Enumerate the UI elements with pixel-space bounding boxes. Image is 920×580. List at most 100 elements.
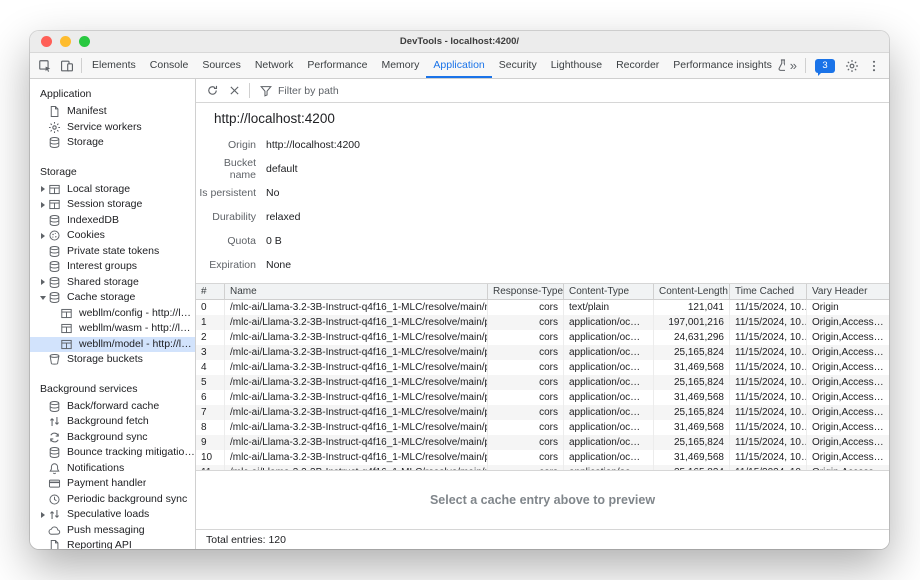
tab-memory[interactable]: Memory xyxy=(374,53,426,78)
expand-arrow-icon[interactable] xyxy=(37,279,48,285)
sidebar-item-reporting-api[interactable]: Reporting API xyxy=(30,538,195,549)
window-titlebar: DevTools - localhost:4200/ xyxy=(30,31,889,53)
metadata-value: http://localhost:4200 xyxy=(266,139,360,151)
table-row[interactable]: 5 /mlc-ai/Llama-3.2-3B-Instruct-q4f16_1-… xyxy=(196,375,889,390)
tab-network[interactable]: Network xyxy=(248,53,301,78)
tab-recorder[interactable]: Recorder xyxy=(609,53,666,78)
inspect-element-button[interactable] xyxy=(34,55,56,77)
sidebar-item-background-sync[interactable]: Background sync xyxy=(30,430,195,446)
sidebar-item-speculative-loads[interactable]: Speculative loads xyxy=(30,507,195,523)
sidebar-item-webllm-config[interactable]: webllm/config - http://loc… xyxy=(30,306,195,322)
settings-button[interactable] xyxy=(841,55,863,77)
item-label: Local storage xyxy=(67,182,130,198)
column-header-content-length[interactable]: Content-Length xyxy=(654,284,730,299)
sidebar-item-webllm-model[interactable]: webllm/model - http://loc… xyxy=(30,337,195,353)
tab-performance-insights[interactable]: Performance insights xyxy=(666,53,784,78)
table-row[interactable]: 10 /mlc-ai/Llama-3.2-3B-Instruct-q4f16_1… xyxy=(196,450,889,465)
table-row[interactable]: 2 /mlc-ai/Llama-3.2-3B-Instruct-q4f16_1-… xyxy=(196,330,889,345)
column-header-time-cached[interactable]: Time Cached xyxy=(730,284,807,299)
sidebar-item-shared-storage[interactable]: Shared storage xyxy=(30,275,195,291)
cell-name: /mlc-ai/Llama-3.2-3B-Instruct-q4f16_1-ML… xyxy=(225,375,488,390)
item-label: webllm/wasm - http://loca… xyxy=(79,321,195,337)
sidebar-item-storage[interactable]: Storage xyxy=(30,135,195,151)
sidebar-item-session-storage[interactable]: Session storage xyxy=(30,197,195,213)
sidebar-item-indexeddb[interactable]: IndexedDB xyxy=(30,213,195,229)
sidebar-item-cache-storage[interactable]: Cache storage xyxy=(30,290,195,306)
section-background-services[interactable]: Background services xyxy=(30,376,195,399)
storage-icon xyxy=(48,136,62,149)
cell-number: 7 xyxy=(196,405,225,420)
fetch-arrows-icon xyxy=(48,415,62,428)
messages-badge[interactable]: 3 xyxy=(815,59,835,73)
item-label: Cookies xyxy=(67,228,105,244)
cell-name: /mlc-ai/Llama-3.2-3B-Instruct-q4f16_1-ML… xyxy=(225,330,488,345)
table-row[interactable]: 3 /mlc-ai/Llama-3.2-3B-Instruct-q4f16_1-… xyxy=(196,345,889,360)
cell-vary-header: Origin,Access… xyxy=(807,345,889,360)
table-row[interactable]: 6 /mlc-ai/Llama-3.2-3B-Instruct-q4f16_1-… xyxy=(196,390,889,405)
cell-content-type: application/oc… xyxy=(564,405,654,420)
menu-button[interactable] xyxy=(863,55,885,77)
column-header-number[interactable]: # xyxy=(196,284,225,299)
table-icon xyxy=(60,338,74,351)
column-header-name[interactable]: Name xyxy=(225,284,488,299)
tab-label: Performance insights xyxy=(673,59,772,71)
table-row[interactable]: 7 /mlc-ai/Llama-3.2-3B-Instruct-q4f16_1-… xyxy=(196,405,889,420)
tab-console[interactable]: Console xyxy=(143,53,196,78)
column-header-content-type[interactable]: Content-Type xyxy=(564,284,654,299)
column-header-response-type[interactable]: Response-Type xyxy=(488,284,564,299)
cell-time-cached: 11/15/2024, 10… xyxy=(730,420,807,435)
sidebar-item-back-forward-cache[interactable]: Back/forward cache xyxy=(30,399,195,415)
sidebar-item-background-fetch[interactable]: Background fetch xyxy=(30,414,195,430)
metadata-label: Quota xyxy=(196,235,256,247)
sidebar-item-manifest[interactable]: Manifest xyxy=(30,104,195,120)
inspect-cursor-icon xyxy=(38,59,52,73)
expand-arrow-icon[interactable] xyxy=(37,512,48,518)
sidebar-item-webllm-wasm[interactable]: webllm/wasm - http://loca… xyxy=(30,321,195,337)
clock-icon xyxy=(48,493,62,506)
sidebar-item-periodic-background-sync[interactable]: Periodic background sync xyxy=(30,492,195,508)
delete-selected-button[interactable] xyxy=(224,80,245,101)
filter-by-path-input[interactable] xyxy=(278,85,883,97)
table-row[interactable]: 0 /mlc-ai/Llama-3.2-3B-Instruct-q4f16_1-… xyxy=(196,300,889,315)
refresh-button[interactable] xyxy=(202,80,223,101)
tab-application[interactable]: Application xyxy=(426,53,491,78)
tab-security[interactable]: Security xyxy=(492,53,544,78)
tab-performance[interactable]: Performance xyxy=(300,53,374,78)
metadata-label: Origin xyxy=(196,139,256,151)
cell-content-length: 31,469,568 xyxy=(654,420,730,435)
sidebar-item-private-state-tokens[interactable]: Private state tokens xyxy=(30,244,195,260)
expand-arrow-icon[interactable] xyxy=(37,202,48,208)
sidebar-item-notifications[interactable]: Notifications xyxy=(30,461,195,477)
table-row[interactable]: 8 /mlc-ai/Llama-3.2-3B-Instruct-q4f16_1-… xyxy=(196,420,889,435)
more-tabs-button[interactable]: » xyxy=(785,58,802,73)
expand-arrow-icon[interactable] xyxy=(37,233,48,239)
sidebar-item-bounce-tracking-mitigations[interactable]: Bounce tracking mitigations xyxy=(30,445,195,461)
cell-name: /mlc-ai/Llama-3.2-3B-Instruct-q4f16_1-ML… xyxy=(225,450,488,465)
sidebar-item-local-storage[interactable]: Local storage xyxy=(30,182,195,198)
cell-number: 5 xyxy=(196,375,225,390)
item-label: Payment handler xyxy=(67,476,146,492)
sidebar-item-push-messaging[interactable]: Push messaging xyxy=(30,523,195,539)
device-toolbar-button[interactable] xyxy=(56,55,78,77)
sidebar-item-interest-groups[interactable]: Interest groups xyxy=(30,259,195,275)
section-storage[interactable]: Storage xyxy=(30,159,195,182)
table-row[interactable]: 9 /mlc-ai/Llama-3.2-3B-Instruct-q4f16_1-… xyxy=(196,435,889,450)
table-row[interactable]: 1 /mlc-ai/Llama-3.2-3B-Instruct-q4f16_1-… xyxy=(196,315,889,330)
section-application[interactable]: Application xyxy=(30,81,195,104)
cell-response-type: cors xyxy=(488,315,564,330)
expand-arrow-icon[interactable] xyxy=(37,186,48,192)
sidebar-item-service-workers[interactable]: Service workers xyxy=(30,120,195,136)
sidebar-item-cookies[interactable]: Cookies xyxy=(30,228,195,244)
item-label: Notifications xyxy=(67,461,124,477)
table-header-row: # Name Response-Type Content-Type Conten… xyxy=(196,284,889,300)
sidebar-item-payment-handler[interactable]: Payment handler xyxy=(30,476,195,492)
tab-sources[interactable]: Sources xyxy=(195,53,248,78)
collapse-arrow-icon[interactable] xyxy=(37,296,48,300)
tab-elements[interactable]: Elements xyxy=(85,53,143,78)
table-row[interactable]: 4 /mlc-ai/Llama-3.2-3B-Instruct-q4f16_1-… xyxy=(196,360,889,375)
cell-time-cached: 11/15/2024, 10… xyxy=(730,435,807,450)
column-header-vary-header[interactable]: Vary Header xyxy=(807,284,889,299)
clear-icon xyxy=(228,84,241,97)
tab-lighthouse[interactable]: Lighthouse xyxy=(544,53,609,78)
sidebar-item-storage-buckets[interactable]: Storage buckets xyxy=(30,352,195,368)
